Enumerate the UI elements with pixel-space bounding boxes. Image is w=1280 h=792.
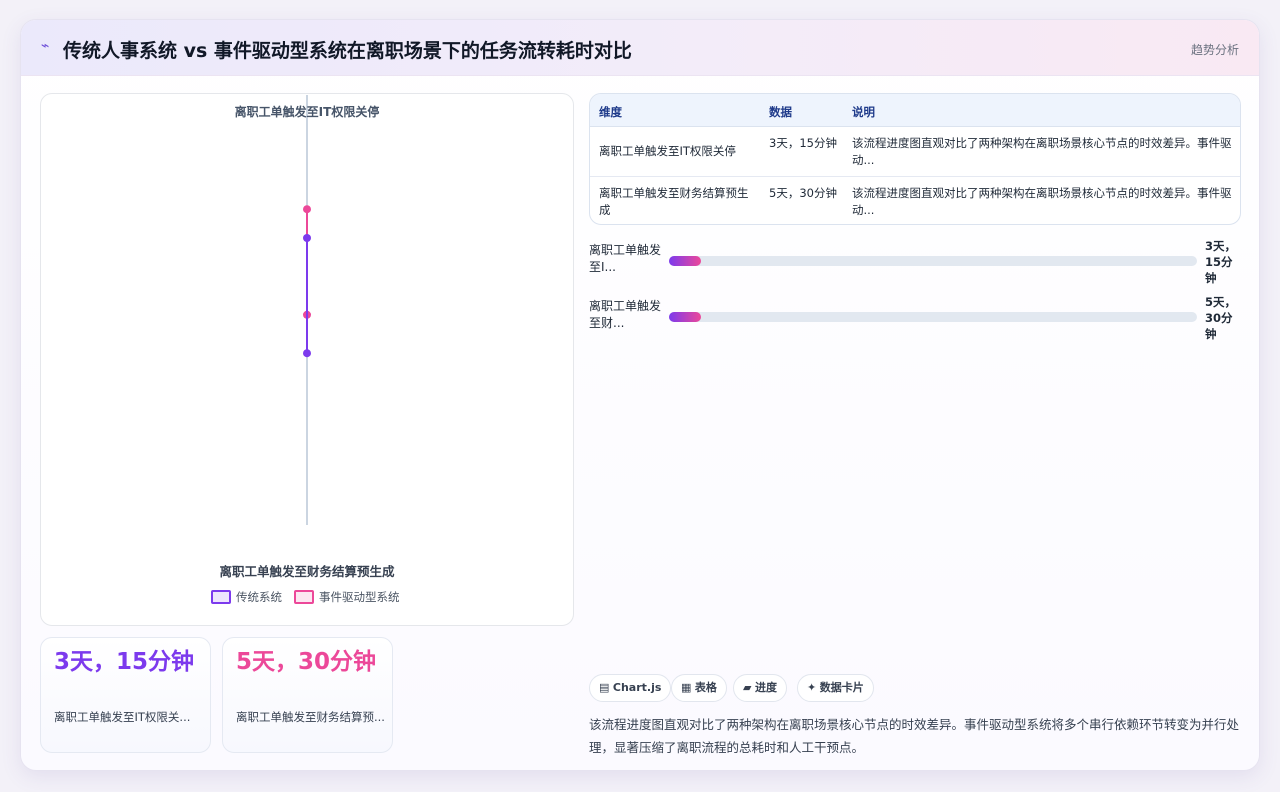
- table-cell: 离职工单触发至IT权限关停: [599, 144, 736, 158]
- table-cell: 3天，15分钟: [769, 136, 837, 150]
- table-cell: 该流程进度图直观对比了两种架构在离职场景核心节点的时效差异。事件驱动...: [852, 136, 1232, 167]
- legend-swatch: [211, 590, 231, 604]
- column-header: 数据: [769, 105, 792, 119]
- axis-label: 离职工单触发至IT权限关停: [235, 104, 380, 119]
- stat-card-finance: 5天，30分钟 离职工单触发至财务结算预...: [222, 637, 393, 753]
- data-point: [303, 234, 311, 242]
- stat-card-it: 3天，15分钟 离职工单触发至IT权限关...: [40, 637, 211, 753]
- radar-chart: 离职工单触发至IT权限关停 离职工单触发至财务结算预生成传统系统 事件驱动型系统: [40, 93, 574, 626]
- progress-fill: [669, 256, 701, 266]
- description-text: 该流程进度图直观对比了两种架构在离职场景核心节点的时效差异。事件驱动型系统将多个…: [589, 717, 1240, 755]
- chip-data-card[interactable]: ✦ 数据卡片: [797, 674, 874, 702]
- progress-row: 离职工单触发至财... 5天，30分钟: [589, 295, 1243, 348]
- chart-icon: ▤: [599, 681, 610, 694]
- table-row: 离职工单触发至IT权限关停 3天，15分钟 该流程进度图直观对比了两种架构在离职…: [590, 127, 1240, 176]
- table-icon: ▦: [681, 681, 692, 694]
- progress-label: 离职工单触发至财...: [589, 299, 662, 330]
- stat-value: 5天，30分钟: [236, 649, 377, 675]
- column-header: 说明: [852, 105, 875, 119]
- table-cell: 5天，30分钟: [769, 186, 837, 200]
- chip-chartjs[interactable]: ▤ Chart.js: [589, 674, 672, 702]
- data-table: 维度 数据 说明 离职工单触发至IT权限关停 3天，15分钟 该流程进度图直观对…: [589, 93, 1241, 225]
- progress-row: 离职工单触发至I... 3天，15分钟: [589, 239, 1243, 292]
- table-cell: 该流程进度图直观对比了两种架构在离职场景核心节点的时效差异。事件驱动...: [852, 186, 1232, 217]
- table-header: 维度 数据 说明: [590, 94, 1240, 127]
- data-point: [303, 349, 311, 358]
- legend-label: 传统系统: [236, 590, 282, 604]
- progress-value: 3天，15分钟: [1205, 239, 1237, 285]
- table-cell: 离职工单触发至财务结算预生成: [599, 186, 749, 217]
- chart-canvas: 离职工单触发至IT权限关停离职工单触发至财务结算预生成传统系统 事件驱动型系统: [211, 95, 400, 604]
- trend-line-icon: ⌁: [41, 38, 50, 54]
- data-point: [303, 205, 311, 214]
- dashboard-card: ⌁ 传统人事系统 vs 事件驱动型系统在离职场景下的任务流转耗时对比 趋势分析 …: [20, 19, 1260, 771]
- progress-label: 离职工单触发至I...: [589, 243, 662, 274]
- axis-label: 离职工单触发至财务结算预生成: [219, 564, 395, 579]
- table-row: 离职工单触发至财务结算预生成 5天，30分钟 该流程进度图直观对比了两种架构在离…: [590, 176, 1240, 224]
- stat-label: 离职工单触发至财务结算预...: [236, 710, 385, 724]
- analysis-tag[interactable]: 趋势分析: [1191, 41, 1239, 58]
- chip-progress[interactable]: ▰ 进度: [733, 674, 787, 702]
- card-header: ⌁ 传统人事系统 vs 事件驱动型系统在离职场景下的任务流转耗时对比 趋势分析: [21, 20, 1259, 76]
- chip-table[interactable]: ▦ 表格: [671, 674, 727, 702]
- sparkle-icon: ✦: [807, 681, 817, 694]
- progress-track: [669, 312, 1197, 322]
- legend-swatch: [294, 590, 314, 604]
- legend-label: 事件驱动型系统: [319, 590, 400, 604]
- column-header: 维度: [599, 105, 622, 119]
- stat-label: 离职工单触发至IT权限关...: [54, 710, 191, 724]
- progress-fill: [669, 312, 701, 322]
- progress-track: [669, 256, 1197, 266]
- stat-value: 3天，15分钟: [54, 649, 195, 675]
- progress-value: 5天，30分钟: [1205, 295, 1237, 341]
- page-title: 传统人事系统 vs 事件驱动型系统在离职场景下的任务流转耗时对比: [63, 40, 632, 62]
- progress-icon: ▰: [743, 681, 752, 694]
